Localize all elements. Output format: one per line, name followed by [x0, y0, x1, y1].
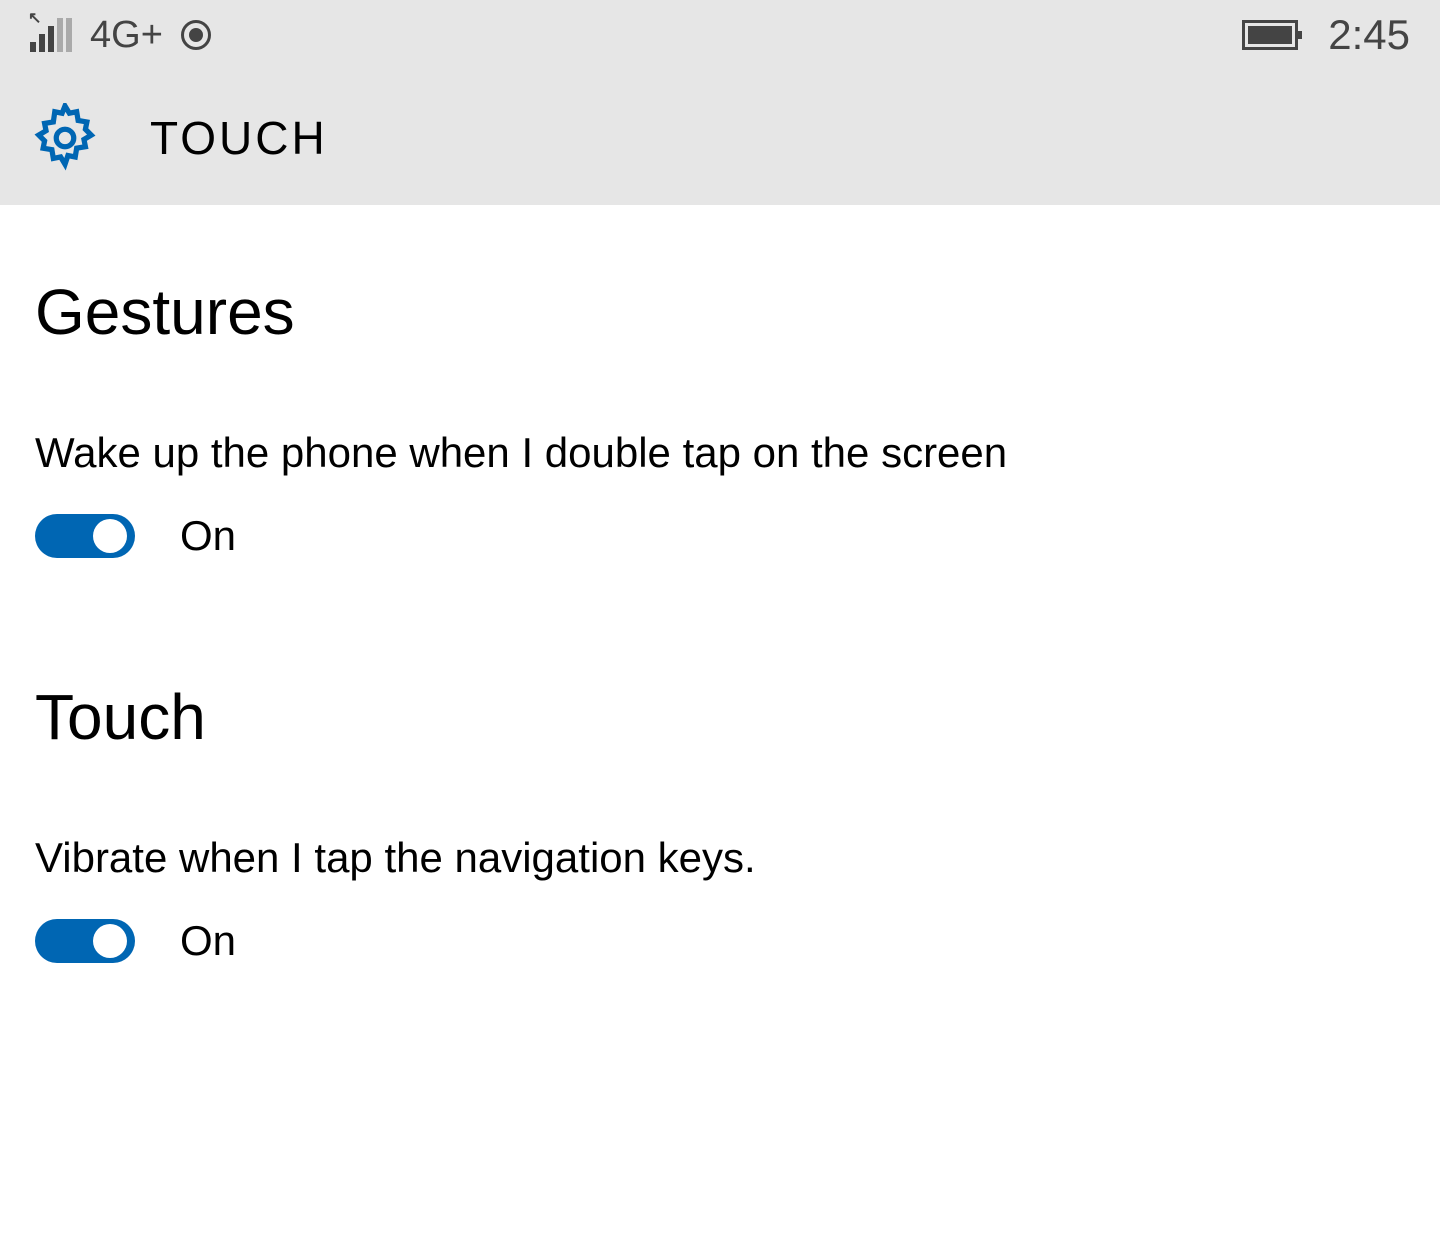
status-right-group: 2:45: [1242, 11, 1410, 59]
gear-icon: [30, 103, 100, 173]
battery-icon: [1242, 20, 1298, 50]
location-icon: [181, 20, 211, 50]
status-left-group: ↖ 4G+: [30, 14, 211, 57]
wake-on-tap-state: On: [180, 512, 236, 560]
content-area: Gestures Wake up the phone when I double…: [0, 205, 1440, 1155]
gestures-section: Gestures Wake up the phone when I double…: [35, 275, 1405, 560]
gestures-heading: Gestures: [35, 275, 1405, 349]
vibrate-nav-state: On: [180, 917, 236, 965]
page-header: TOUCH: [0, 70, 1440, 205]
touch-heading: Touch: [35, 680, 1405, 754]
signal-strength-icon: ↖: [30, 18, 72, 52]
vibrate-nav-label: Vibrate when I tap the navigation keys.: [35, 834, 1405, 882]
wake-on-tap-toggle[interactable]: [35, 514, 135, 558]
wake-on-tap-toggle-row: On: [35, 512, 1405, 560]
vibrate-nav-toggle-row: On: [35, 917, 1405, 965]
vibrate-nav-toggle[interactable]: [35, 919, 135, 963]
network-type-label: 4G+: [90, 14, 163, 57]
wake-on-tap-label: Wake up the phone when I double tap on t…: [35, 429, 1405, 477]
status-bar: ↖ 4G+ 2:45: [0, 0, 1440, 70]
page-title: TOUCH: [150, 111, 328, 165]
clock-label: 2:45: [1328, 11, 1410, 59]
touch-section: Touch Vibrate when I tap the navigation …: [35, 680, 1405, 965]
